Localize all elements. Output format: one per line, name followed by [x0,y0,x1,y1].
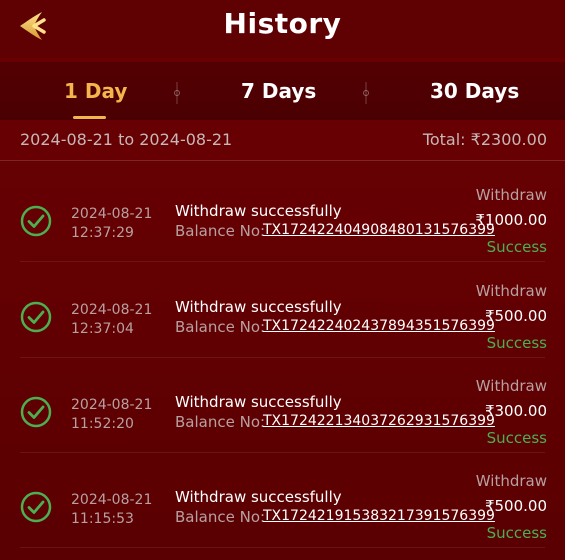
tx-message: Withdraw successfully [175,393,342,411]
tx-type: Withdraw [475,186,547,204]
tx-type: Withdraw [475,282,547,300]
success-check-icon [20,491,52,523]
success-check-icon [20,396,52,428]
tx-type: Withdraw [475,472,547,490]
list-item[interactable]: 2024-08-21 11:52:20 Withdraw successfull… [0,358,565,453]
balance-label: Balance No: [175,413,266,431]
tx-date: 2024-08-21 [71,302,153,318]
tx-amount: ₹1000.00 [475,211,547,229]
date-range: 2024-08-21 to 2024-08-21 [20,130,233,149]
tx-time: 12:37:29 [71,225,134,241]
tx-message: Withdraw successfully [175,488,342,506]
tx-id-link[interactable]: TX172422404908480131576399 [263,222,495,238]
tx-id-link[interactable]: TX172422134037262931576399 [263,413,495,429]
status-badge: Success [486,238,547,256]
tx-id-link[interactable]: TX172421915383217391576399 [263,508,495,524]
page-title: History [223,7,342,40]
summary-row: 2024-08-21 to 2024-08-21 Total: ₹2300.00 [0,120,565,161]
tx-date: 2024-08-21 [71,492,153,508]
status-badge: Success [486,429,547,447]
tab-separator-icon [174,82,180,104]
tab-7-days[interactable]: 7 Days [241,79,316,103]
balance-label: Balance No: [175,318,266,336]
tx-amount: ₹300.00 [484,402,547,420]
list-item[interactable]: 2024-08-21 12:37:29 Withdraw successfull… [0,167,565,262]
total-amount: Total: ₹2300.00 [422,130,547,149]
tx-message: Withdraw successfully [175,202,342,220]
list-item[interactable]: 2024-08-21 11:15:53 Withdraw successfull… [0,453,565,548]
tx-amount: ₹500.00 [484,497,547,515]
status-badge: Success [486,334,547,352]
balance-label: Balance No: [175,508,266,526]
success-check-icon [20,205,52,237]
tx-type: Withdraw [475,377,547,395]
list-item[interactable]: 2024-08-21 12:37:04 Withdraw successfull… [0,263,565,358]
tx-date: 2024-08-21 [71,397,153,413]
tx-message: Withdraw successfully [175,298,342,316]
tx-date: 2024-08-21 [71,206,153,222]
tx-time: 11:52:20 [71,416,134,432]
row-divider [20,547,545,548]
tab-1-day[interactable]: 1 Day [64,79,127,103]
tab-30-days[interactable]: 30 Days [430,79,519,103]
tab-separator-icon [363,82,369,104]
balance-label: Balance No: [175,222,266,240]
tx-amount: ₹500.00 [484,307,547,325]
tx-id-link[interactable]: TX172422402437894351576399 [263,318,495,334]
header: History [0,0,565,58]
active-tab-indicator [73,116,106,119]
tx-time: 12:37:04 [71,321,134,337]
period-tabs: 1 Day 7 Days 30 Days [0,62,565,120]
success-check-icon [20,301,52,333]
row-divider [20,261,545,262]
status-badge: Success [486,524,547,542]
tx-time: 11:15:53 [71,511,134,527]
